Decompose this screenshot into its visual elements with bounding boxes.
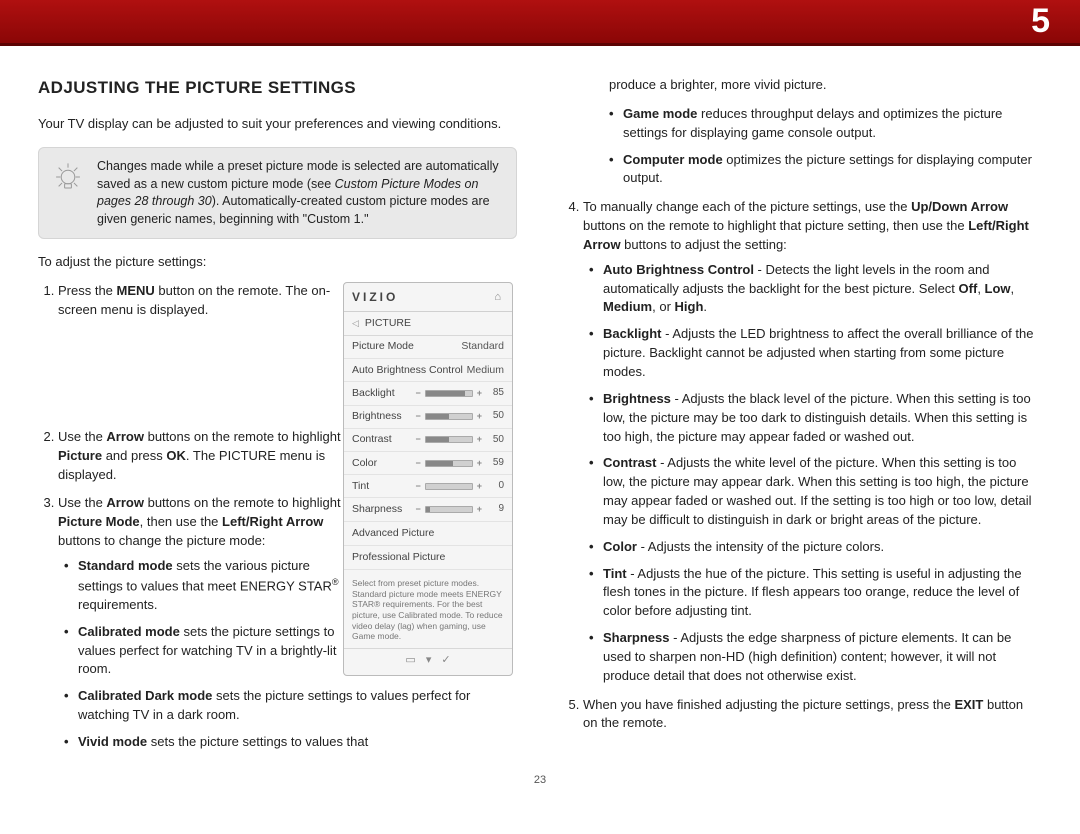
section-title: ADJUSTING THE PICTURE SETTINGS: [38, 76, 517, 101]
chapter-header-bar: 5: [0, 0, 1080, 46]
setting-backlight: Backlight - Adjusts the LED brightness t…: [589, 325, 1038, 382]
tv-menu-screenshot: VIZIO⌂ ◁PICTURE Picture ModeStandard Aut…: [343, 282, 513, 675]
menu-row-brightness: Brightness−+50: [344, 406, 512, 429]
mode-game: Game mode reduces throughput delays and …: [609, 105, 1042, 143]
menu-row-contrast: Contrast−+50: [344, 429, 512, 452]
menu-section: PICTURE: [365, 316, 411, 331]
menu-row-backlight: Backlight−+85: [344, 382, 512, 405]
footer-check-icon: ✓: [441, 653, 450, 669]
step-2: Use the Arrow buttons on the remote to h…: [58, 428, 358, 485]
mode-vivid: Vivid mode sets the picture settings to …: [64, 733, 524, 752]
intro-paragraph: Your TV display can be adjusted to suit …: [38, 115, 517, 134]
mode-calibrated-dark: Calibrated Dark mode sets the picture se…: [64, 687, 524, 725]
setting-abc: Auto Brightness Control - Detects the li…: [589, 261, 1038, 318]
menu-brand: VIZIO: [352, 289, 398, 306]
left-column: ADJUSTING THE PICTURE SETTINGS Your TV d…: [38, 76, 517, 762]
menu-row-color: Color−+59: [344, 452, 512, 475]
setting-tint: Tint - Adjusts the hue of the picture. T…: [589, 565, 1038, 622]
mode-calibrated: Calibrated mode sets the picture setting…: [64, 623, 354, 680]
menu-row-sharpness: Sharpness−+9: [344, 498, 512, 521]
page-number: 23: [0, 772, 1080, 786]
vivid-continuation: produce a brighter, more vivid picture.: [563, 76, 1042, 95]
lightbulb-icon: [51, 160, 85, 194]
mode-computer: Computer mode optimizes the picture sett…: [609, 151, 1042, 189]
footer-down-icon: ▾: [426, 653, 432, 669]
setting-brightness: Brightness - Adjusts the black level of …: [589, 390, 1038, 447]
back-triangle-icon: ◁: [352, 317, 359, 330]
home-icon: ⌂: [494, 290, 504, 306]
right-column: produce a brighter, more vivid picture. …: [563, 76, 1042, 762]
menu-row-tint: Tint−+0: [344, 475, 512, 498]
setting-color: Color - Adjusts the intensity of the pic…: [589, 538, 1038, 557]
footer-box-icon: ▭: [405, 653, 415, 669]
setting-contrast: Contrast - Adjusts the white level of th…: [589, 454, 1038, 529]
menu-hint: Select from preset picture modes. Standa…: [344, 570, 512, 648]
setting-sharpness: Sharpness - Adjusts the edge sharpness o…: [589, 629, 1038, 686]
chapter-number: 5: [1031, 2, 1050, 41]
mode-standard: Standard mode sets the various picture s…: [64, 557, 354, 615]
lead-sentence: To adjust the picture settings:: [38, 253, 517, 272]
step-5: When you have finished adjusting the pic…: [583, 696, 1042, 734]
tip-callout: Changes made while a preset picture mode…: [38, 147, 517, 239]
step-3: Use the Arrow buttons on the remote to h…: [58, 494, 358, 751]
step-4: To manually change each of the picture s…: [583, 198, 1042, 685]
